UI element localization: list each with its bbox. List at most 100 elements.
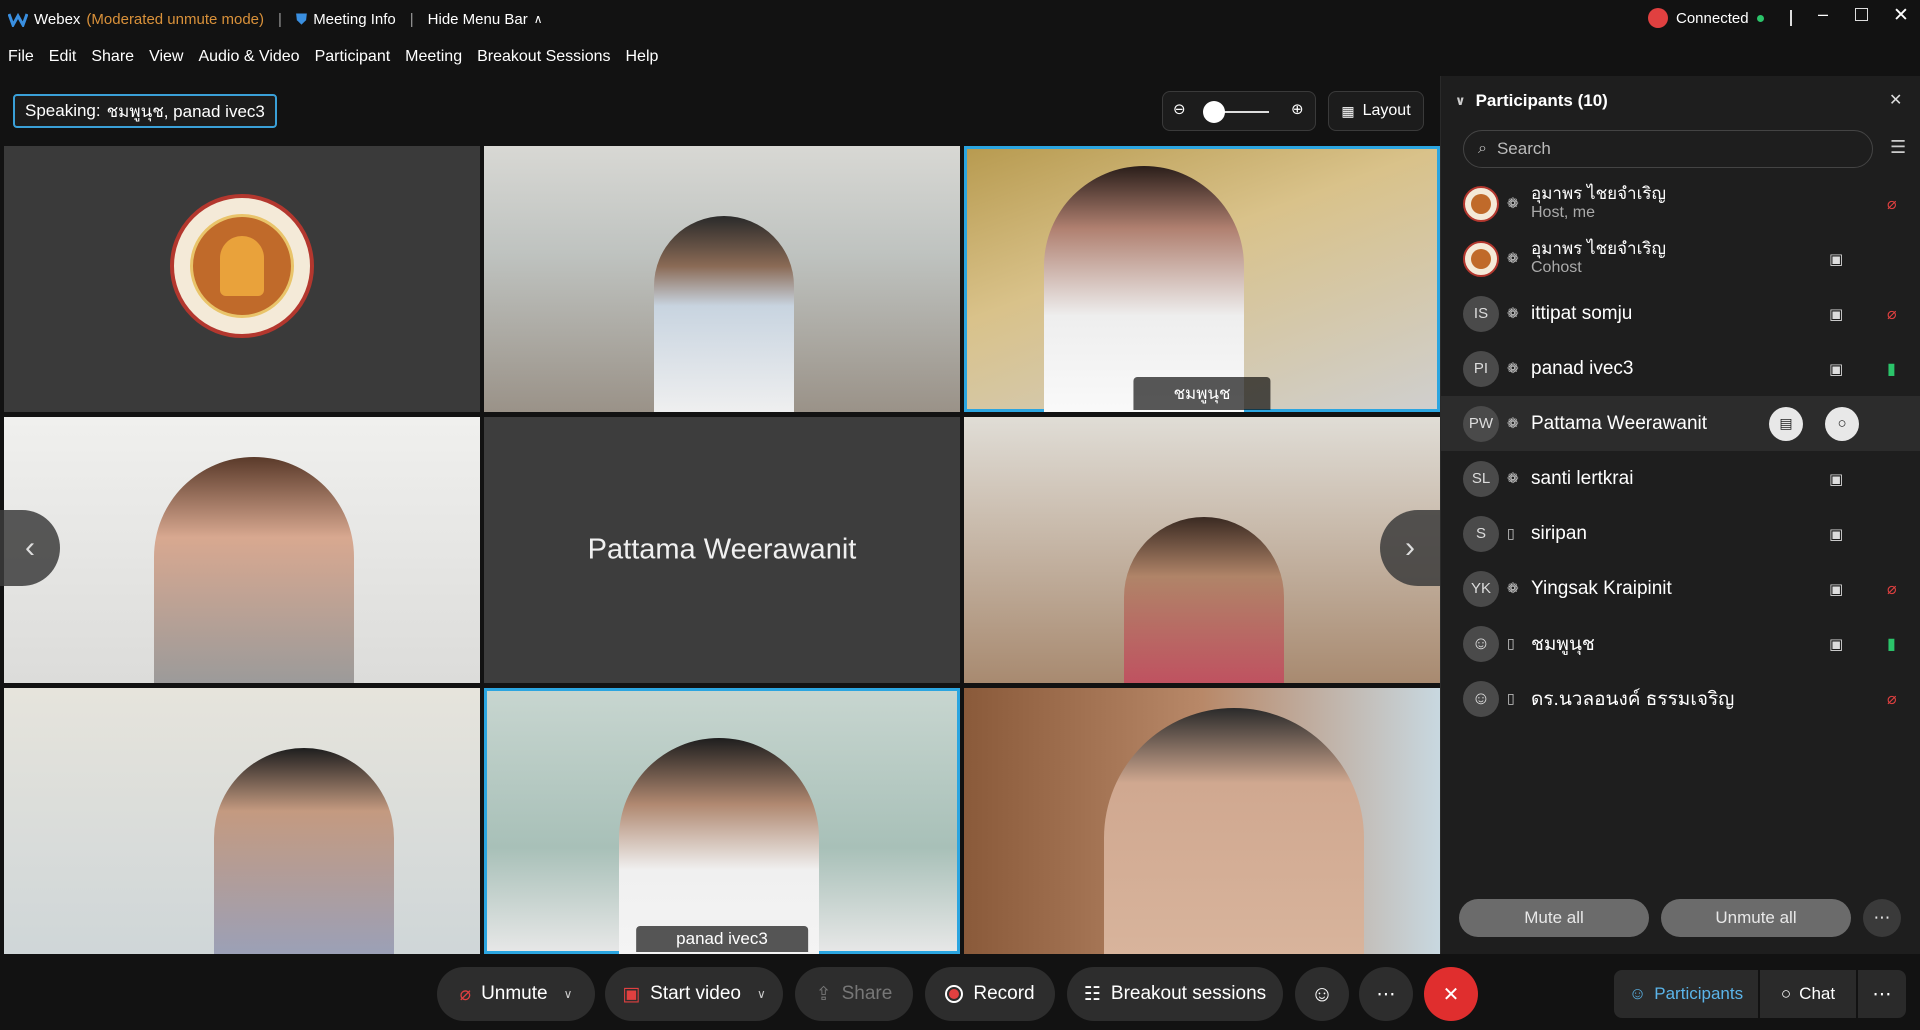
participant-row[interactable]: PW ❁ Pattama Weerawanit ▤ ○ <box>1441 396 1920 451</box>
camera-icon: ▣ <box>1829 580 1844 598</box>
zoom-slider-handle[interactable] <box>1203 101 1225 123</box>
avatar: YK <box>1463 570 1499 607</box>
video-tile-logo[interactable] <box>4 146 480 412</box>
chevron-down-icon[interactable]: ∨ <box>757 987 766 1001</box>
recording-indicator-icon <box>1648 8 1668 28</box>
video-off-icon: ▣ <box>622 983 641 1005</box>
unmute-button[interactable]: ⌀ Unmute ∨ <box>437 967 595 1021</box>
menu-view[interactable]: View <box>149 48 183 66</box>
start-video-button[interactable]: ▣ Start video ∨ <box>605 967 783 1021</box>
chevron-down-icon[interactable]: ∨ <box>564 987 573 1001</box>
mic-active-icon[interactable]: ▮ <box>1887 634 1896 654</box>
mute-all-button[interactable]: Mute all <box>1459 899 1649 937</box>
share-label: Share <box>841 983 893 1004</box>
participant-name: santi lertkrai <box>1531 467 1634 489</box>
video-tile-participant-2[interactable] <box>484 146 960 412</box>
more-options-button[interactable]: ⋯ <box>1863 899 1901 937</box>
more-panels-button[interactable]: ⋯ <box>1858 970 1906 1018</box>
person-icon: ☺ <box>1628 984 1647 1003</box>
sort-icon[interactable]: ☰ <box>1890 137 1906 158</box>
zoom-control: ⊖ ⊕ <box>1162 91 1316 131</box>
headset-icon: ❁ <box>1507 250 1519 266</box>
video-tile-participant-6[interactable] <box>964 417 1440 683</box>
participant-role: Cohost <box>1531 259 1582 276</box>
participant-row[interactable]: ☺ ▯ ดร.นวลอนงค์ ธรรมเจริญ ⌀ <box>1441 671 1920 726</box>
close-panel-icon[interactable]: ✕ <box>1889 90 1902 110</box>
chat-bubble-button[interactable]: ○ <box>1825 406 1859 441</box>
zoom-in-icon[interactable]: ⊕ <box>1291 100 1304 118</box>
moderated-mode-label: (Moderated unmute mode) <box>86 10 265 28</box>
participant-row[interactable]: IS ❁ ittipat somju ▣ ⌀ <box>1441 286 1920 341</box>
menu-file[interactable]: File <box>8 48 34 66</box>
collapse-chevron-icon[interactable]: ∨ <box>1455 93 1466 109</box>
participant-name: ดร.นวลอนงค์ ธรรมเจริญ <box>1531 688 1735 710</box>
menu-meeting[interactable]: Meeting <box>405 48 462 66</box>
chevron-right-icon: › <box>1405 531 1415 564</box>
menu-bar: File Edit Share View Audio & Video Parti… <box>0 38 1920 76</box>
participants-toggle-button[interactable]: ☺ Participants <box>1614 970 1758 1018</box>
participant-row[interactable]: ☺ ▯ ชมพูนุช ▣ ▮ <box>1441 616 1920 671</box>
menu-edit[interactable]: Edit <box>49 48 77 66</box>
reactions-button[interactable]: ☺ <box>1295 967 1349 1021</box>
record-button[interactable]: Record <box>925 967 1055 1021</box>
participant-row[interactable]: PI ❁ panad ivec3 ▣ ▮ <box>1441 341 1920 396</box>
video-tile-participant-3[interactable]: ชมพูนุช <box>964 146 1440 412</box>
mic-muted-icon[interactable]: ⌀ <box>1887 304 1897 324</box>
ellipsis-icon: ⋯ <box>1872 983 1892 1005</box>
mic-muted-icon[interactable]: ⌀ <box>1887 194 1897 214</box>
institution-seal-icon <box>170 194 314 338</box>
menu-audio-video[interactable]: Audio & Video <box>198 48 299 66</box>
hide-menu-bar-button[interactable]: Hide Menu Bar ∧ <box>428 11 543 28</box>
menu-breakout-sessions[interactable]: Breakout Sessions <box>477 48 610 66</box>
video-tile-participant-7[interactable] <box>4 688 480 954</box>
connection-status-label: Connected <box>1676 9 1749 27</box>
end-meeting-button[interactable]: ✕ <box>1424 967 1478 1021</box>
video-grid: ชมพูนุช Pattama Weerawanit panad ivec3 ‹… <box>0 144 1440 954</box>
unmute-all-label: Unmute all <box>1715 908 1797 927</box>
zoom-out-icon[interactable]: ⊖ <box>1173 100 1186 118</box>
search-placeholder: Search <box>1496 139 1551 158</box>
speaking-names: ชมพูนุช, panad ivec3 <box>106 101 265 121</box>
participant-row[interactable]: YK ❁ Yingsak Kraipinit ▣ ⌀ <box>1441 561 1920 616</box>
window-divider <box>1790 10 1792 26</box>
share-button[interactable]: ⇪ Share <box>795 967 913 1021</box>
restore-icon[interactable] <box>1855 8 1868 21</box>
avatar-person-icon: ☺ <box>1463 680 1499 717</box>
video-tile-participant-4[interactable] <box>4 417 480 683</box>
participant-name: ittipat somju <box>1531 302 1633 324</box>
video-tile-participant-8[interactable]: panad ivec3 <box>484 688 960 954</box>
speaking-indicator: Speaking: ชมพูนุช, panad ivec3 <box>13 94 277 128</box>
participant-row[interactable]: SL ❁ santi lertkrai ▣ <box>1441 451 1920 506</box>
video-tile-participant-9[interactable] <box>964 688 1440 954</box>
camera-icon: ▣ <box>1829 360 1844 378</box>
record-icon <box>945 985 964 1003</box>
minimize-icon[interactable]: – <box>1818 4 1828 25</box>
participant-row[interactable]: ❁ อุมาพร ไชยจำเริญ Cohost ▣ <box>1441 231 1920 286</box>
headset-icon: ❁ <box>1507 305 1519 321</box>
layout-button[interactable]: ▦ Layout <box>1328 91 1424 131</box>
participant-row[interactable]: ❁ อุมาพร ไชยจำเริญ Host, me ⌀ <box>1441 176 1920 231</box>
camera-icon: ▣ <box>1829 470 1844 488</box>
menu-help[interactable]: Help <box>626 48 659 66</box>
mic-active-icon[interactable]: ▮ <box>1887 359 1896 379</box>
profile-card-button[interactable]: ▤ <box>1769 406 1803 441</box>
menu-share[interactable]: Share <box>91 48 134 66</box>
mic-muted-icon[interactable]: ⌀ <box>1887 689 1897 709</box>
headset-icon: ❁ <box>1507 580 1519 596</box>
chat-button[interactable]: ○ Chat <box>1760 970 1856 1018</box>
unmute-all-button[interactable]: Unmute all <box>1661 899 1851 937</box>
separator: | <box>409 10 414 28</box>
breakout-sessions-button[interactable]: ☷ Breakout sessions <box>1067 967 1283 1021</box>
ellipsis-icon: ⋯ <box>1376 983 1396 1005</box>
menu-participant[interactable]: Participant <box>315 48 391 66</box>
breakout-icon: ☷ <box>1083 983 1101 1005</box>
meeting-info-button[interactable]: ⛊ Meeting Info <box>296 11 396 28</box>
participant-row[interactable]: S ▯ siripan ▣ <box>1441 506 1920 561</box>
more-button[interactable]: ⋯ <box>1359 967 1413 1021</box>
smiley-icon: ☺ <box>1310 981 1334 1006</box>
close-window-icon[interactable]: ✕ <box>1893 4 1909 27</box>
video-tile-name-only[interactable]: Pattama Weerawanit <box>484 417 960 683</box>
participant-search-input[interactable]: ⌕ Search <box>1463 130 1873 168</box>
chevron-left-icon: ‹ <box>25 531 35 564</box>
mic-muted-icon[interactable]: ⌀ <box>1887 579 1897 599</box>
